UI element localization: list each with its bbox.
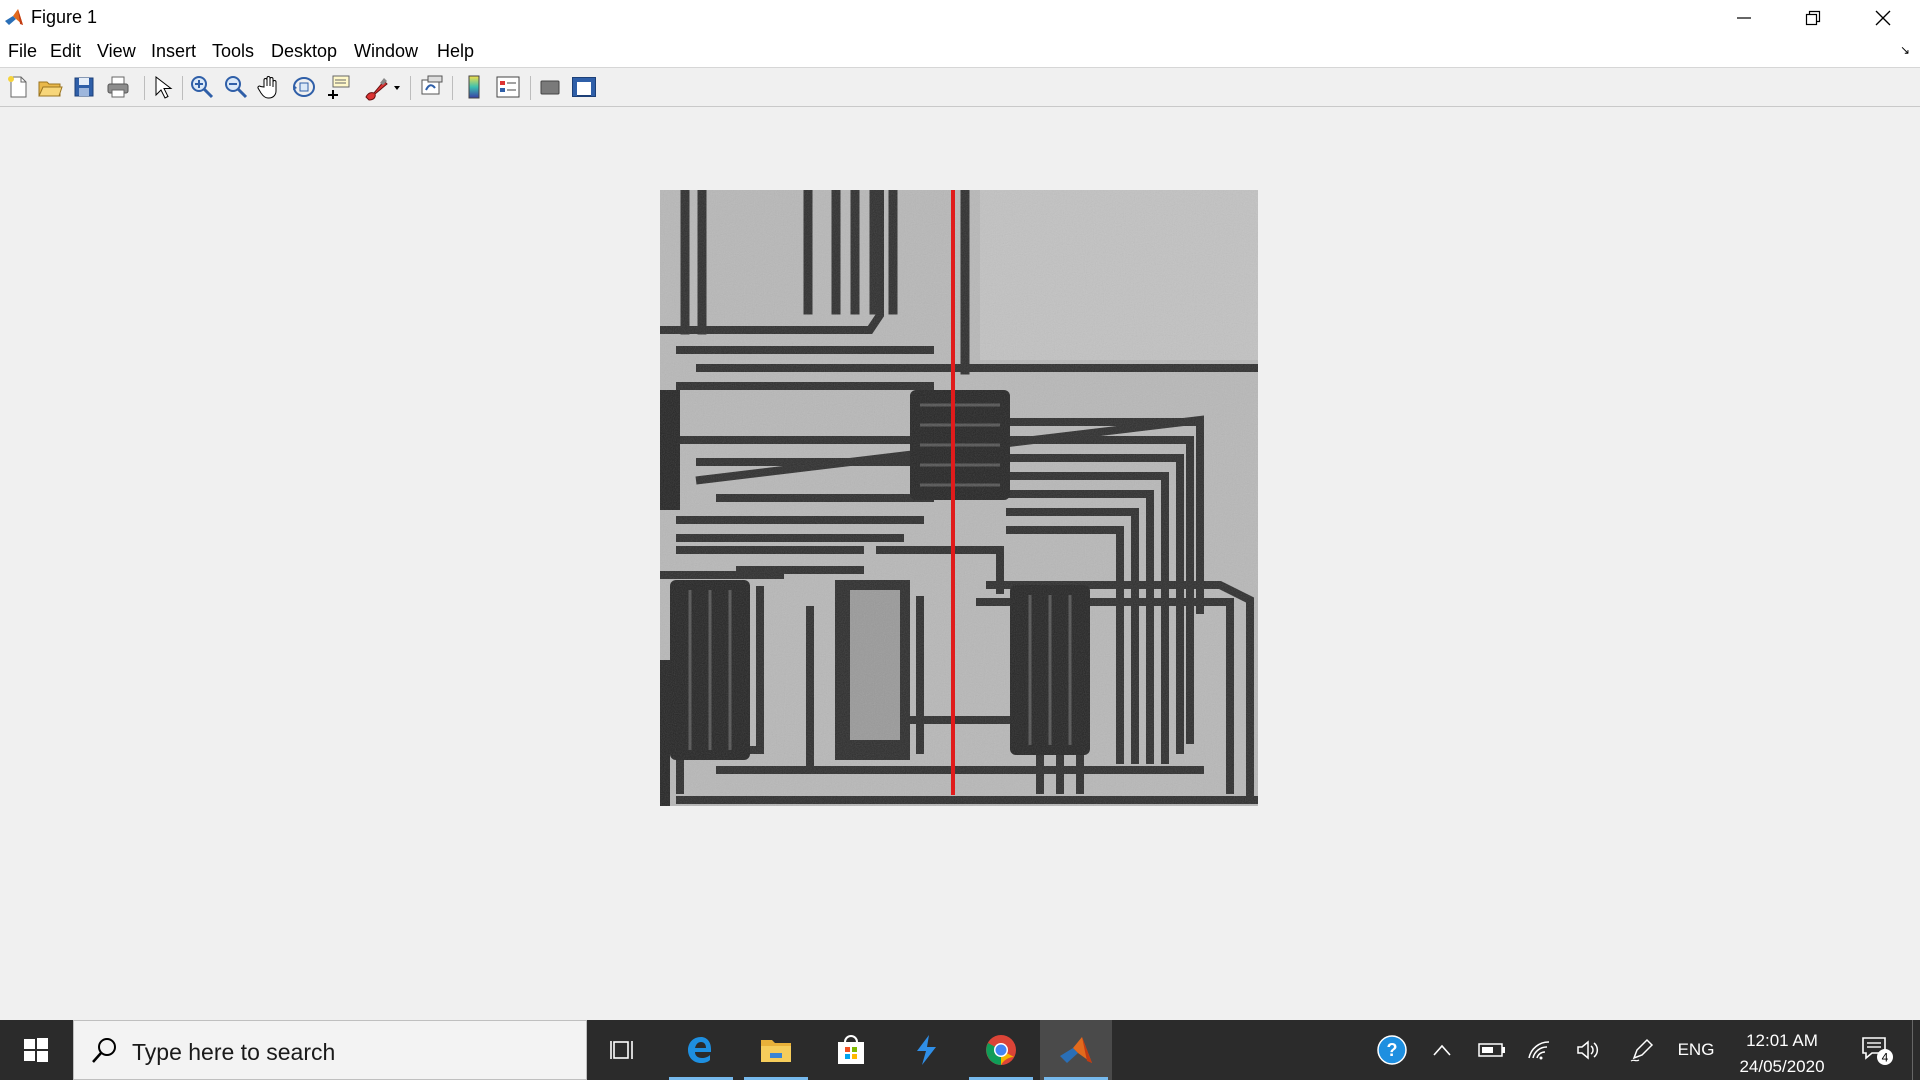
system-clock[interactable]: 12:01 AM 24/05/2020 (1724, 1028, 1840, 1080)
menu-desktop[interactable]: Desktop (271, 41, 337, 62)
store-bag-icon (838, 1035, 864, 1064)
toolbar-separator (410, 76, 411, 100)
brush-icon (365, 78, 400, 101)
svg-text:?: ? (1387, 1040, 1398, 1060)
start-button[interactable] (0, 1020, 72, 1080)
insert-legend-button[interactable] (494, 73, 522, 101)
rotate-3d-button[interactable] (290, 73, 318, 101)
show-plot-tools-icon (572, 77, 596, 97)
toolbar-separator (182, 76, 183, 100)
save-button[interactable] (70, 73, 98, 101)
circuit-micrograph-image[interactable] (660, 190, 1258, 806)
task-view-icon (610, 1041, 633, 1059)
restore-icon (1805, 10, 1821, 25)
open-file-button[interactable] (36, 73, 64, 101)
restore-button[interactable] (1779, 0, 1847, 35)
network-tray-button[interactable] (1520, 1020, 1560, 1080)
window-title: Figure 1 (31, 7, 98, 27)
matlab-logo-icon (5, 9, 23, 25)
search-placeholder: Type here to search (132, 1039, 336, 1065)
title-bar: Figure 1 (0, 0, 1920, 35)
taskbar-app-vscode[interactable] (890, 1020, 962, 1080)
print-button[interactable] (104, 73, 132, 101)
toolbar-separator (530, 76, 531, 100)
file-explorer-icon (761, 1040, 791, 1062)
notification-chat-icon: 4 (1862, 1037, 1893, 1065)
insert-colorbar-button[interactable] (460, 73, 488, 101)
link-plot-button[interactable] (418, 73, 446, 101)
pan-button[interactable] (256, 73, 284, 101)
colorbar-icon (468, 75, 480, 99)
menu-help[interactable]: Help (437, 41, 474, 62)
data-cursor-button[interactable] (324, 73, 352, 101)
brush-button[interactable] (360, 73, 404, 101)
wifi-icon (1528, 1041, 1550, 1060)
clock-date: 24/05/2020 (1739, 1057, 1825, 1076)
rotate-3d-icon (293, 77, 315, 97)
taskbar-app-chrome[interactable] (965, 1020, 1037, 1080)
edit-plot-arrow-icon (155, 75, 173, 99)
chevron-up-icon (1433, 1044, 1451, 1056)
clock-time: 12:01 AM (1746, 1031, 1818, 1050)
speaker-volume-icon (1577, 1040, 1599, 1060)
edit-plot-button[interactable] (148, 73, 176, 101)
new-figure-icon (8, 76, 27, 98)
zoom-out-button[interactable] (222, 73, 250, 101)
menu-tools[interactable]: Tools (212, 41, 254, 62)
zoom-in-icon (191, 76, 214, 99)
help-tray-button[interactable]: ? (1372, 1020, 1412, 1080)
print-icon (107, 76, 129, 98)
show-hidden-icons-button[interactable] (1424, 1020, 1460, 1080)
taskbar-app-edge[interactable] (665, 1020, 737, 1080)
taskbar-app-matlab[interactable] (1040, 1020, 1112, 1080)
input-language[interactable]: ENG (1672, 1020, 1720, 1080)
data-cursor-icon (328, 75, 350, 99)
toolbar-separator (144, 76, 145, 100)
new-figure-button[interactable] (4, 73, 32, 101)
menu-view[interactable]: View (97, 41, 136, 62)
edge-browser-icon (688, 1037, 711, 1063)
show-plot-tools-button[interactable] (570, 73, 598, 101)
windows-logo-icon (24, 1038, 48, 1062)
menu-edit[interactable]: Edit (50, 41, 81, 62)
zoom-in-button[interactable] (188, 73, 216, 101)
matlab-logo-icon (1060, 1037, 1092, 1063)
figure-toolbar (0, 68, 1920, 107)
pan-hand-icon (257, 76, 277, 99)
zoom-out-icon (225, 76, 248, 99)
open-file-icon (38, 81, 63, 97)
menu-window[interactable]: Window (354, 41, 418, 62)
pen-ink-icon (1630, 1038, 1654, 1062)
menu-file[interactable]: File (8, 41, 37, 62)
battery-tray-button[interactable] (1472, 1020, 1512, 1080)
battery-icon (1478, 1043, 1505, 1057)
taskbar-app-store[interactable] (815, 1020, 887, 1080)
hide-plot-tools-button[interactable] (536, 73, 564, 101)
legend-icon (496, 76, 520, 98)
close-button[interactable] (1849, 0, 1917, 35)
minimize-button[interactable] (1710, 0, 1778, 35)
menu-bar: File Edit View Insert Tools Desktop Wind… (0, 35, 1920, 68)
show-desktop-button[interactable] (1912, 1020, 1920, 1080)
menu-insert[interactable]: Insert (151, 41, 196, 62)
toolbar-separator (452, 76, 453, 100)
pen-tray-button[interactable] (1622, 1020, 1662, 1080)
action-center-button[interactable]: 4 (1852, 1020, 1902, 1080)
taskbar-search-box[interactable]: Type here to search (73, 1020, 587, 1080)
minimize-icon (1737, 16, 1751, 19)
code-editor-icon (917, 1035, 936, 1065)
save-icon (74, 77, 94, 97)
volume-tray-button[interactable] (1568, 1020, 1608, 1080)
hide-plot-tools-icon (540, 80, 560, 95)
taskbar: Type here to search ? ENG 12:01 AM 24/05… (0, 1020, 1920, 1080)
help-question-icon: ? (1377, 1035, 1407, 1065)
dock-figure-arrow-icon[interactable]: ↘ (1900, 43, 1910, 57)
chrome-browser-icon (986, 1035, 1016, 1065)
search-icon (92, 1038, 116, 1063)
taskbar-app-file-explorer[interactable] (740, 1020, 812, 1080)
link-plot-icon (421, 75, 443, 95)
task-view-button[interactable] (588, 1020, 660, 1080)
notification-count: 4 (1882, 1051, 1889, 1065)
close-icon (1875, 10, 1891, 25)
